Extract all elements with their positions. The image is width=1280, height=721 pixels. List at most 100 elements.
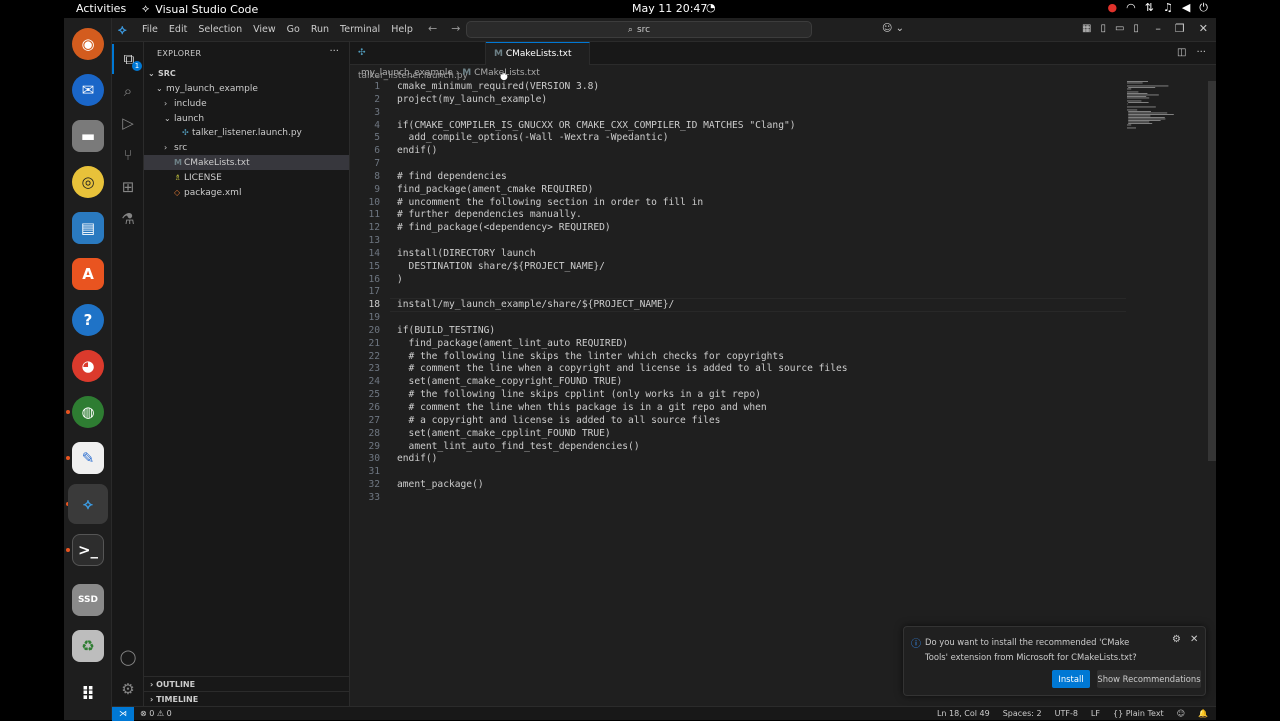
problems-indicator[interactable]: ⊗ 0 ⚠ 0	[140, 707, 172, 720]
rhythmbox-icon[interactable]: ◎	[72, 166, 104, 198]
timeline-section[interactable]: › TIMELINE	[144, 691, 349, 706]
menu-selection[interactable]: Selection	[198, 24, 242, 35]
outline-section[interactable]: › OUTLINE	[144, 676, 349, 691]
back-arrow-icon[interactable]: ←	[428, 22, 437, 35]
notifications-bell-icon[interactable]: 🔔	[1198, 707, 1208, 720]
minimap-line	[1128, 117, 1165, 118]
command-center-search[interactable]: ⌕ src	[466, 21, 812, 38]
chevron-right-icon: ›	[164, 98, 168, 108]
customize-layout-icon[interactable]: ▦	[1082, 23, 1091, 34]
activities-button[interactable]: Activities	[76, 2, 126, 15]
breadcrumb-folder[interactable]: my_launch_example	[361, 68, 453, 78]
run-debug-icon[interactable]: ▷	[112, 108, 144, 138]
clock[interactable]: May 11 20:47	[632, 2, 707, 15]
minimap-line	[1127, 93, 1148, 94]
toggle-secondary-sidebar-icon[interactable]: ▯	[1133, 23, 1139, 34]
network-icon: ⇅	[1144, 1, 1154, 14]
code-line: endif()	[397, 453, 438, 465]
copilot-icon[interactable]: ☺ ⌄	[882, 23, 904, 34]
vscode-dock-icon[interactable]: ⟡	[68, 484, 108, 524]
minimap-line	[1127, 106, 1156, 108]
thunderbird-icon[interactable]: ✉	[72, 74, 104, 106]
tab-cmakelists[interactable]: M CMakeLists.txt ●	[486, 42, 590, 82]
explorer-badge: 1	[132, 61, 142, 71]
line-number: 25	[368, 389, 380, 401]
remote-icon[interactable]: ⋊	[112, 707, 134, 721]
more-actions-icon[interactable]: ···	[1196, 47, 1206, 58]
explorer-icon[interactable]: ⧉ 1	[112, 44, 144, 74]
cursor-position[interactable]: Ln 18, Col 49	[937, 707, 990, 720]
chrome-icon[interactable]: ◕	[72, 350, 104, 382]
tree-item[interactable]: M CMakeLists.txt	[144, 155, 349, 170]
tree-item[interactable]: ⌄ launch	[144, 111, 349, 126]
maximize-icon[interactable]: ❐	[1175, 22, 1185, 35]
ubuntu-dock: ◉ ✉ ▬ ◎ ▤ A ? ◕ ◍ ✎ ⟡ >_ SSD ♻ ⠿	[64, 18, 112, 720]
close-icon[interactable]: ✕	[1190, 634, 1198, 645]
testing-icon[interactable]: ⚗	[112, 204, 144, 234]
code-editor[interactable]: 1 cmake_minimum_required(VERSION 3.8) 2 pro…	[350, 81, 1216, 706]
terminal-icon[interactable]: >_	[72, 534, 104, 566]
code-line: # the following line skips cpplint (only…	[397, 389, 761, 401]
search-activity-icon[interactable]: ⌕	[112, 76, 144, 106]
minimap[interactable]	[1127, 81, 1207, 141]
writer-icon[interactable]: ▤	[72, 212, 104, 244]
code-line: # find dependencies	[397, 170, 507, 182]
breadcrumb-file[interactable]: CMakeLists.txt	[474, 68, 540, 78]
install-button[interactable]: Install	[1052, 670, 1090, 688]
accounts-icon[interactable]: ◯	[112, 642, 144, 672]
menu-file[interactable]: File	[142, 24, 158, 35]
forward-arrow-icon[interactable]: →	[451, 22, 460, 35]
language-mode[interactable]: {} Plain Text	[1113, 707, 1164, 720]
more-actions-icon[interactable]: ···	[329, 46, 339, 57]
code-line: # comment the line when this package is …	[397, 402, 767, 413]
menu-edit[interactable]: Edit	[169, 24, 187, 35]
toggle-panel-icon[interactable]: ▭	[1115, 23, 1124, 34]
menu-help[interactable]: Help	[391, 24, 413, 35]
menu-view[interactable]: View	[253, 24, 276, 35]
extensions-icon[interactable]: ⊞	[112, 172, 144, 202]
toggle-sidebar-icon[interactable]: ▯	[1100, 23, 1106, 34]
tree-root-src[interactable]: ⌄ SRC	[144, 66, 349, 81]
indentation[interactable]: Spaces: 2	[1003, 707, 1042, 720]
gear-icon[interactable]: ⚙	[1172, 634, 1181, 645]
files-icon[interactable]: ▬	[72, 120, 104, 152]
trash-icon[interactable]: ♻	[72, 630, 104, 662]
tab-talker-listener[interactable]: ✣ talker_listener.launch.py	[350, 42, 486, 81]
code-line: ament_lint_auto_find_test_dependencies()	[397, 440, 640, 452]
show-apps-icon[interactable]: ⠿	[72, 678, 104, 710]
code-line: find_package(ament_lint_auto REQUIRED)	[397, 337, 629, 349]
tree-item[interactable]: ⌄ my_launch_example	[144, 81, 349, 96]
tree-item[interactable]: › src	[144, 140, 349, 155]
tree-item[interactable]: ♗ LICENSE	[144, 170, 349, 185]
feedback-icon[interactable]: ☺	[1177, 707, 1185, 720]
source-control-icon[interactable]: ⑂	[112, 140, 144, 170]
encoding[interactable]: UTF-8	[1055, 707, 1078, 720]
vertical-scrollbar[interactable]	[1208, 81, 1216, 461]
vscode-title-bar: ⟡ File Edit Selection View Go Run Termin…	[112, 18, 1216, 42]
menu-go[interactable]: Go	[287, 24, 300, 35]
menu-run[interactable]: Run	[311, 24, 329, 35]
show-recommendations-button[interactable]: Show Recommendations	[1097, 670, 1201, 688]
browser-globe-icon[interactable]: ◍	[72, 396, 104, 428]
line-number: 3	[374, 106, 380, 118]
help-icon[interactable]: ?	[72, 304, 104, 336]
text-editor-icon[interactable]: ✎	[72, 442, 104, 474]
app-menu[interactable]: ⟡ Visual Studio Code	[142, 2, 258, 16]
menu-terminal[interactable]: Terminal	[340, 24, 380, 35]
manage-gear-icon[interactable]: ⚙	[112, 674, 144, 704]
end-of-line[interactable]: LF	[1091, 707, 1100, 720]
software-center-icon[interactable]: A	[72, 258, 104, 290]
tree-item[interactable]: ✣ talker_listener.launch.py	[144, 125, 349, 140]
minimap-line	[1128, 123, 1153, 124]
firefox-icon[interactable]: ◉	[72, 28, 104, 60]
minimize-icon[interactable]: –	[1155, 22, 1161, 35]
split-editor-icon[interactable]: ◫	[1177, 47, 1186, 58]
minimap-line	[1127, 103, 1128, 105]
system-tray[interactable]: ● ◠ ⇅ ♫ ◀ ⏻	[1108, 1, 1208, 15]
line-number: 14	[368, 247, 380, 259]
ssd-drive-icon[interactable]: SSD	[72, 584, 104, 616]
chevron-right-icon: ›	[150, 680, 154, 689]
tree-item[interactable]: › include	[144, 96, 349, 111]
close-icon[interactable]: ✕	[1199, 22, 1208, 35]
tree-item[interactable]: ◇ package.xml	[144, 185, 349, 200]
